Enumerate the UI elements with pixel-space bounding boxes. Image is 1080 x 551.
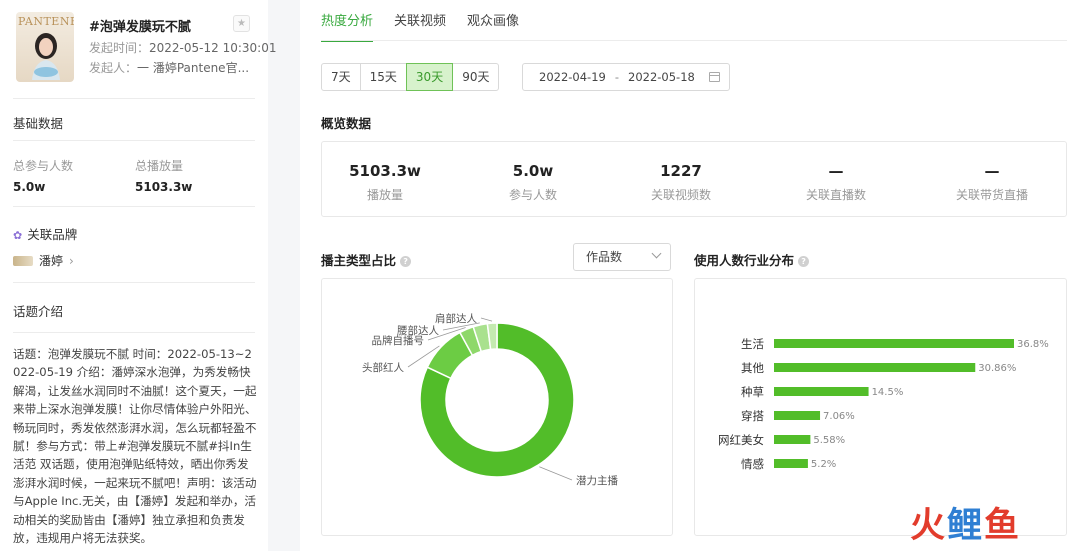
related-brand-link[interactable]: 潘婷 › — [13, 252, 74, 269]
bar-category-label: 生活 — [741, 337, 764, 351]
total-participants-value: 5.0w — [13, 180, 46, 194]
metric-dropdown[interactable]: 作品数 — [573, 243, 671, 271]
donut-slice-label: 潜力主播 — [576, 474, 618, 487]
bar-value-label: 36.8% — [1017, 339, 1049, 350]
tab-related-videos[interactable]: 关联视频 — [394, 10, 446, 42]
bar-value-label: 5.58% — [813, 435, 845, 446]
time-range-selector: 7天 15天 30天 90天 — [321, 63, 500, 91]
donut-label-line — [480, 317, 493, 322]
bar-category-label: 穿搭 — [741, 409, 764, 423]
donut-slice-label: 头部红人 — [362, 361, 404, 374]
overview-related-lives: — 关联直播数 — [805, 162, 866, 202]
topic-sidebar: PANTENE #泡弹发膜玩不腻 ★ 发起时间：2022-05-12 10:30… — [0, 0, 276, 551]
date-end: 2022-05-18 — [628, 70, 695, 84]
range-15d-button[interactable]: 15天 — [359, 63, 407, 91]
related-brand-title: ✿ 关联品牌 — [13, 227, 78, 242]
total-participants-label: 总参与人数 — [13, 159, 74, 173]
donut-slice-label: 肩部达人 — [435, 312, 477, 325]
total-plays-label: 总播放量 — [135, 159, 184, 173]
bar-value-label: 5.2% — [811, 459, 836, 470]
tab-audience-profile[interactable]: 观众画像 — [467, 10, 519, 42]
divider — [13, 282, 255, 283]
donut-chart-panel: 潜力主播 头部红人 品牌自播号 腰部达人 肩部达人 — [321, 278, 673, 536]
bar-category-label: 情感 — [741, 457, 764, 471]
help-icon[interactable]: ? — [400, 256, 412, 267]
bar-category-label: 网红美女 — [718, 433, 764, 447]
basic-data-title: 基础数据 — [13, 116, 64, 131]
topic-initiator: 发起人：一 潘婷Pantene官... — [89, 61, 250, 75]
overview-plays: 5103.3w 播放量 — [349, 162, 421, 202]
cover-person-illustration — [32, 33, 60, 80]
main-content: 热度分析 关联视频 观众画像 7天 15天 30天 90天 2022-04-19… — [300, 0, 1080, 551]
brand-medal-icon: ✿ — [13, 229, 23, 242]
bar-value-label: 14.5% — [872, 387, 904, 398]
cover-brand-text: PANTENE — [18, 15, 74, 28]
bar — [774, 459, 808, 468]
chevron-right-icon: › — [69, 253, 74, 268]
donut-label-line — [539, 466, 573, 481]
brand-name: 潘婷 — [39, 254, 64, 268]
divider — [13, 98, 255, 99]
divider — [13, 206, 255, 207]
bar-value-label: 7.06% — [823, 411, 855, 422]
tab-heat-analysis[interactable]: 热度分析 — [321, 10, 374, 42]
industry-bar-chart: 生活 36.8% 其他 30.86% 种草 14.5% 穿搭 7.06% 网红美女 5.58% 情感… — [718, 337, 1049, 471]
bar-value-label: 30.86% — [978, 363, 1016, 374]
topic-start-time: 发起时间：2022-05-12 10:30:01 — [89, 41, 277, 55]
favorite-star-button[interactable]: ★ — [233, 15, 250, 32]
topic-cover-image: PANTENE — [16, 12, 74, 82]
bar-chart-panel: 生活 36.8% 其他 30.86% 种草 14.5% 穿搭 7.06% 网红美女 5.58% 情感… — [694, 278, 1067, 536]
brand-logo-icon — [13, 255, 33, 266]
divider — [13, 332, 255, 333]
topic-intro-text: 话题：泡弹发膜玩不腻 时间：2022-05-13~2022-05-19 介绍：潘… — [13, 347, 257, 546]
overview-related-videos: 1227 关联视频数 — [650, 162, 711, 202]
overview-title: 概览数据 — [321, 116, 372, 131]
date-start: 2022-04-19 — [539, 70, 606, 84]
bar — [774, 363, 976, 372]
watermark-logo: 火鲤鱼 — [910, 506, 1022, 546]
help-icon[interactable]: ? — [798, 256, 810, 267]
overview-participants: 5.0w 参与人数 — [508, 162, 557, 202]
industry-distribution-title: 使用人数行业分布? — [694, 250, 810, 269]
topic-intro-title: 话题介绍 — [13, 304, 64, 319]
date-range-picker[interactable]: 2022-04-19-2022-05-18 — [522, 63, 730, 91]
overview-card: 5103.3w 播放量 5.0w 参与人数 1227 关联视频数 — 关联直播数 — 关联… — [321, 141, 1067, 217]
tab-bar: 热度分析 关联视频 观众画像 — [321, 10, 540, 42]
bar — [774, 339, 1014, 348]
range-30d-button[interactable]: 30天 — [405, 63, 454, 91]
total-plays-value: 5103.3w — [135, 180, 193, 194]
bar-category-label: 种草 — [741, 385, 764, 399]
donut-slice-label: 腰部达人 — [397, 324, 439, 337]
bar-category-label: 其他 — [741, 361, 764, 375]
range-90d-button[interactable]: 90天 — [452, 63, 500, 91]
topic-title: #泡弹发膜玩不腻 — [89, 20, 191, 35]
tab-divider — [321, 40, 1067, 41]
creator-type-donut-chart: 潜力主播头部红人品牌自播号腰部达人肩部达人 — [362, 312, 618, 487]
chevron-down-icon — [651, 248, 662, 259]
divider — [13, 140, 255, 141]
bar — [774, 435, 811, 444]
bar — [774, 387, 869, 396]
creator-type-title: 播主类型占比? — [321, 250, 412, 269]
calendar-icon — [709, 72, 720, 82]
bar — [774, 411, 821, 420]
range-7d-button[interactable]: 7天 — [321, 63, 361, 91]
overview-sales-lives: — 关联带货直播 — [955, 162, 1028, 202]
